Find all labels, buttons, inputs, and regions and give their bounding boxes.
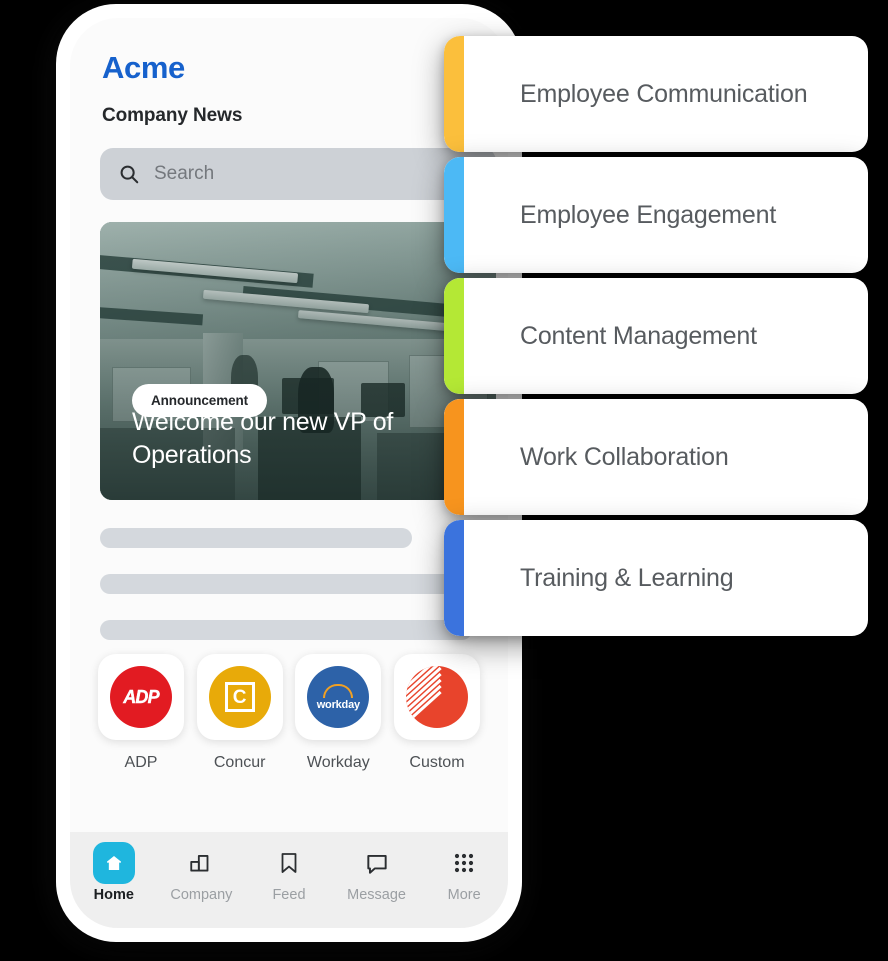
app-shortcut-adp[interactable]: ADP ADP — [98, 654, 184, 772]
app-shortcut-custom[interactable]: Custom — [393, 654, 480, 772]
building-icon — [188, 846, 214, 880]
adp-logo: ADP — [110, 666, 172, 728]
app-shortcut-label: Concur — [213, 754, 266, 771]
search-placeholder-text: Search — [154, 163, 215, 184]
home-icon — [92, 842, 135, 884]
nav-item-more[interactable]: More — [427, 846, 501, 903]
phone-screen: Acme Company News Search Announcement We… — [70, 18, 508, 928]
feature-card-work-collaboration[interactable]: Work Collaboration — [444, 399, 868, 515]
app-shortcuts-row: ADP ADP C Concur workday Workday Custom — [84, 654, 494, 772]
hero-headline: Welcome our new VP of Operations — [132, 408, 393, 469]
app-shortcut-concur[interactable]: C Concur — [196, 654, 283, 772]
skeleton-bar — [100, 620, 472, 640]
nav-item-feed[interactable]: Feed — [252, 846, 326, 903]
app-tile: C — [196, 654, 283, 740]
app-tile: ADP — [98, 654, 184, 740]
chat-bubble-icon — [364, 846, 390, 880]
feature-card-label: Training & Learning — [520, 563, 734, 592]
search-icon — [118, 163, 140, 185]
feature-accent-bar — [444, 278, 464, 394]
search-input[interactable]: Search — [100, 148, 496, 200]
nav-item-company[interactable]: Company — [164, 846, 238, 903]
page-title: Company News — [102, 105, 243, 126]
feature-card-training-learning[interactable]: Training & Learning — [444, 520, 868, 636]
grid-dots-icon — [452, 846, 476, 880]
feature-card-label: Employee Engagement — [520, 200, 777, 229]
feature-card-label: Employee Communication — [520, 79, 808, 108]
feature-accent-bar — [444, 399, 464, 515]
bookmark-icon — [277, 846, 301, 880]
app-shortcut-label: Workday — [306, 754, 370, 771]
feature-accent-bar — [444, 36, 464, 152]
nav-item-message[interactable]: Message — [340, 846, 414, 903]
nav-label: More — [447, 887, 481, 903]
app-header: Acme Company News — [70, 18, 508, 127]
content-skeleton-list — [100, 528, 500, 666]
feature-accent-bar — [444, 157, 464, 273]
feature-card-label: Content Management — [520, 321, 757, 350]
custom-logo — [405, 666, 468, 728]
skeleton-bar — [100, 528, 412, 548]
nav-label: Company — [170, 887, 233, 903]
brand-logo: Acme — [102, 50, 185, 85]
illustration-stage: Acme Company News Search Announcement We… — [0, 0, 888, 961]
nav-label: Home — [93, 887, 134, 903]
bottom-navigation-bar: Home Company Feed Message More — [70, 832, 508, 928]
concur-logo: C — [208, 666, 271, 728]
app-shortcut-label: ADP — [124, 754, 158, 771]
hero-article-card[interactable]: Announcement Welcome our new VP of Opera… — [100, 222, 496, 500]
feature-accent-bar — [444, 520, 464, 636]
skeleton-bar — [100, 574, 500, 594]
feature-card-employee-communication[interactable]: Employee Communication — [444, 36, 868, 152]
app-shortcut-workday[interactable]: workday Workday — [295, 654, 382, 772]
feature-card-employee-engagement[interactable]: Employee Engagement — [444, 157, 868, 273]
nav-label: Message — [347, 887, 406, 903]
nav-label: Feed — [272, 887, 306, 903]
nav-item-home[interactable]: Home — [77, 842, 151, 903]
workday-logo: workday — [307, 666, 370, 728]
app-tile — [393, 654, 480, 740]
feature-card-content-management[interactable]: Content Management — [444, 278, 868, 394]
app-shortcut-label: Custom — [409, 754, 465, 771]
feature-card-label: Work Collaboration — [520, 442, 729, 471]
app-tile: workday — [295, 654, 382, 740]
